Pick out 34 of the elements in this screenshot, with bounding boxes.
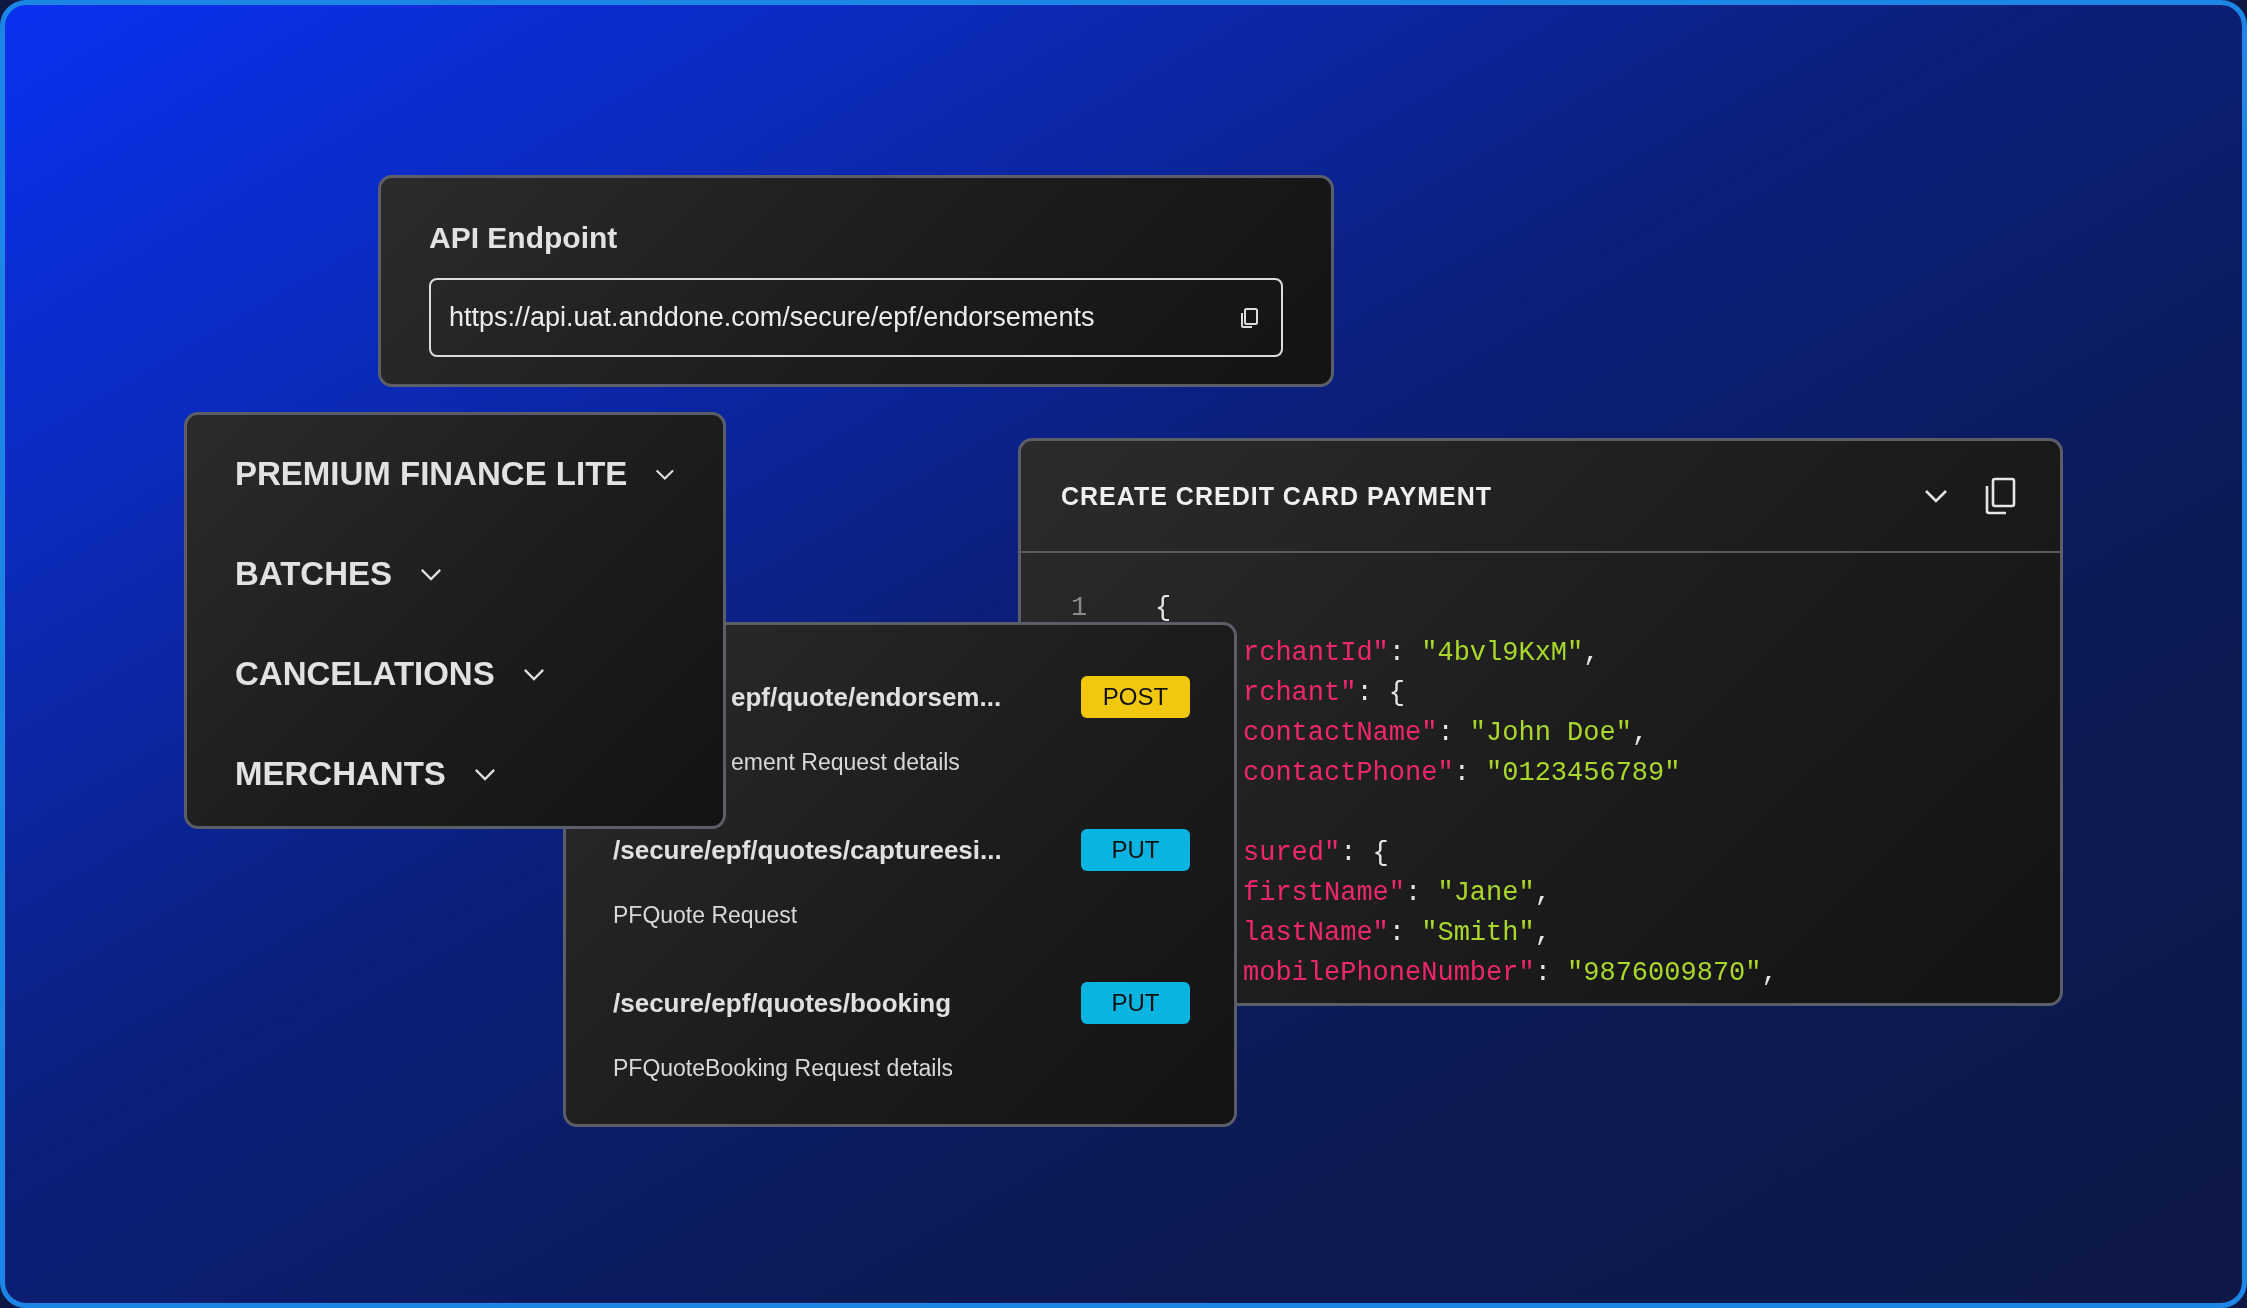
chevron-down-icon[interactable] <box>655 467 675 481</box>
menu-item[interactable]: BATCHES <box>235 555 393 593</box>
method-badge: PUT <box>1081 982 1190 1024</box>
line-number: 1 <box>1071 593 1089 623</box>
code-line: mobilePhoneNumber": "9876009870", <box>1243 958 1778 988</box>
chevron-down-icon[interactable] <box>473 767 496 781</box>
code-line: { <box>1155 593 1172 623</box>
url-field[interactable]: https://api.uat.anddone.com/secure/epf/endorsements <box>429 278 1283 357</box>
code-line: rchant": { <box>1243 678 1406 708</box>
code-line: rchantId": "4bvl9KxM", <box>1243 638 1600 668</box>
copy-icon[interactable] <box>1239 306 1259 329</box>
menu-item[interactable]: PREMIUM FINANCE LITE <box>235 455 628 493</box>
url-text: https://api.uat.anddone.com/secure/epf/endorsements <box>449 302 1095 333</box>
endpoint-path[interactable]: epf/quote/endorsem... <box>731 681 1002 713</box>
method-badge: PUT <box>1081 829 1190 871</box>
endpoint-path[interactable]: /secure/epf/quotes/captureesi... <box>613 834 1002 866</box>
endpoint-description: PFQuote Request <box>613 901 799 929</box>
copy-icon[interactable] <box>1984 477 2016 515</box>
code-line: contactName": "John Doe", <box>1243 718 1649 748</box>
endpoint-path[interactable]: /secure/epf/quotes/booking <box>613 987 952 1019</box>
menu-item[interactable]: CANCELATIONS <box>235 655 495 693</box>
menu-item[interactable]: MERCHANTS <box>235 755 446 793</box>
code-line: sured": { <box>1243 838 1389 868</box>
endpoint-description: PFQuoteBooking Request details <box>613 1054 955 1082</box>
method-badge: POST <box>1081 676 1190 718</box>
panel-title: CREATE CREDIT CARD PAYMENT <box>1061 481 1493 511</box>
card-title: API Endpoint <box>429 220 619 256</box>
endpoint-description: ement Request details <box>730 748 961 776</box>
chevron-down-icon[interactable] <box>1924 489 1948 503</box>
code-line: firstName": "Jane", <box>1243 878 1551 908</box>
chevron-down-icon[interactable] <box>420 567 443 581</box>
code-line: lastName": "Smith", <box>1243 918 1551 948</box>
chevron-down-icon[interactable] <box>522 667 545 681</box>
code-line: contactPhone": "0123456789" <box>1243 758 1681 788</box>
